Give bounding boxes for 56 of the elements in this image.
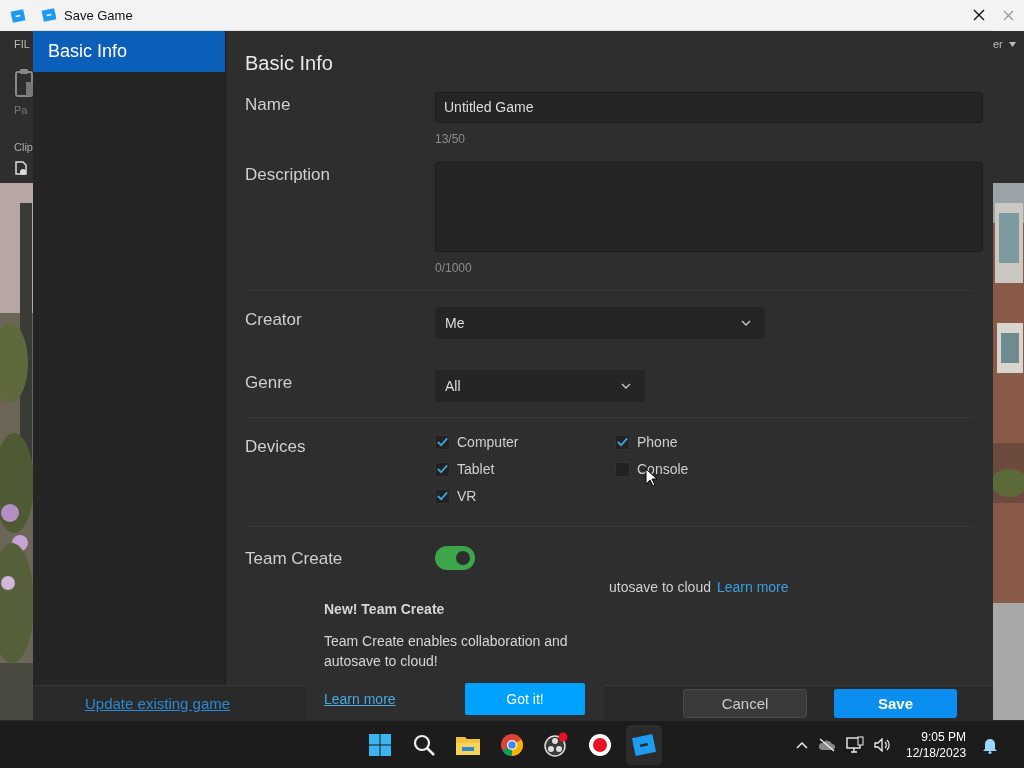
popup-title: New! Team Create (324, 601, 445, 617)
app-icon[interactable] (631, 732, 657, 758)
clock-time[interactable]: 9:05 PM (921, 729, 967, 745)
speaker-icon[interactable] (874, 738, 890, 752)
checkbox[interactable] (435, 488, 450, 504)
field-label: Name (245, 94, 292, 116)
clock-date[interactable]: 12/18/2023 (906, 745, 967, 761)
browser-icon[interactable] (500, 733, 524, 757)
checkbox-label: Computer (457, 434, 519, 450)
field-label: Devices (245, 436, 307, 458)
learn-more-link[interactable]: Learn more (716, 579, 789, 595)
checkbox[interactable] (435, 461, 450, 477)
dropdown[interactable]: All (435, 370, 645, 402)
popup-text: Team Create enables collaboration and autosave to cloud! (324, 632, 569, 671)
learn-more-link[interactable]: Learn more (324, 691, 396, 707)
network-icon[interactable] (846, 736, 864, 754)
folder-icon[interactable] (455, 734, 481, 756)
character-counter: 13/50 (435, 131, 466, 147)
app-logo-icon (10, 7, 26, 24)
document-icon (15, 161, 27, 175)
field-label: Genre (245, 372, 294, 394)
menu-label[interactable]: er (993, 38, 1003, 50)
field-label: Creator (245, 309, 303, 331)
dropdown[interactable]: Me (435, 307, 765, 339)
recorder-app-icon[interactable] (543, 732, 569, 758)
cancel-button[interactable]: Cancel (683, 689, 807, 718)
checkbox[interactable] (435, 434, 450, 450)
cloud-off-icon[interactable] (818, 738, 836, 752)
description-text: utosave to cloud (609, 579, 711, 595)
chevron-up-icon[interactable] (796, 741, 808, 749)
checkbox-label: VR (457, 488, 477, 504)
search-icon[interactable] (412, 733, 436, 757)
caret-icon (1008, 41, 1016, 47)
checkbox-label: Console (637, 461, 689, 477)
character-counter: 0/1000 (435, 260, 472, 276)
record-icon[interactable] (588, 733, 612, 757)
update-link[interactable]: Update existing game (85, 695, 231, 713)
toggle-switch[interactable] (435, 546, 475, 570)
bell-icon[interactable] (982, 736, 999, 754)
checkbox-label: Tablet (457, 461, 495, 477)
checkbox[interactable] (615, 434, 630, 450)
field-label: Description (245, 164, 332, 186)
chevron-down-icon (621, 383, 631, 389)
checkbox-label: Phone (637, 434, 678, 450)
input-field[interactable]: Untitled Game (435, 92, 983, 123)
menu-tab[interactable]: FIL (14, 38, 30, 50)
app-logo-icon (41, 7, 57, 23)
window-title: Save Game (64, 7, 133, 23)
ribbon-label: Clip (14, 141, 33, 153)
close-icon[interactable] (973, 9, 985, 21)
sidebar-item[interactable]: Basic Info (33, 31, 225, 72)
windows-start-icon[interactable] (368, 733, 392, 757)
ribbon-label: Pa (14, 104, 28, 116)
field-label: Team Create (245, 548, 344, 570)
chevron-down-icon (741, 320, 751, 326)
section-heading: Basic Info (245, 51, 334, 76)
